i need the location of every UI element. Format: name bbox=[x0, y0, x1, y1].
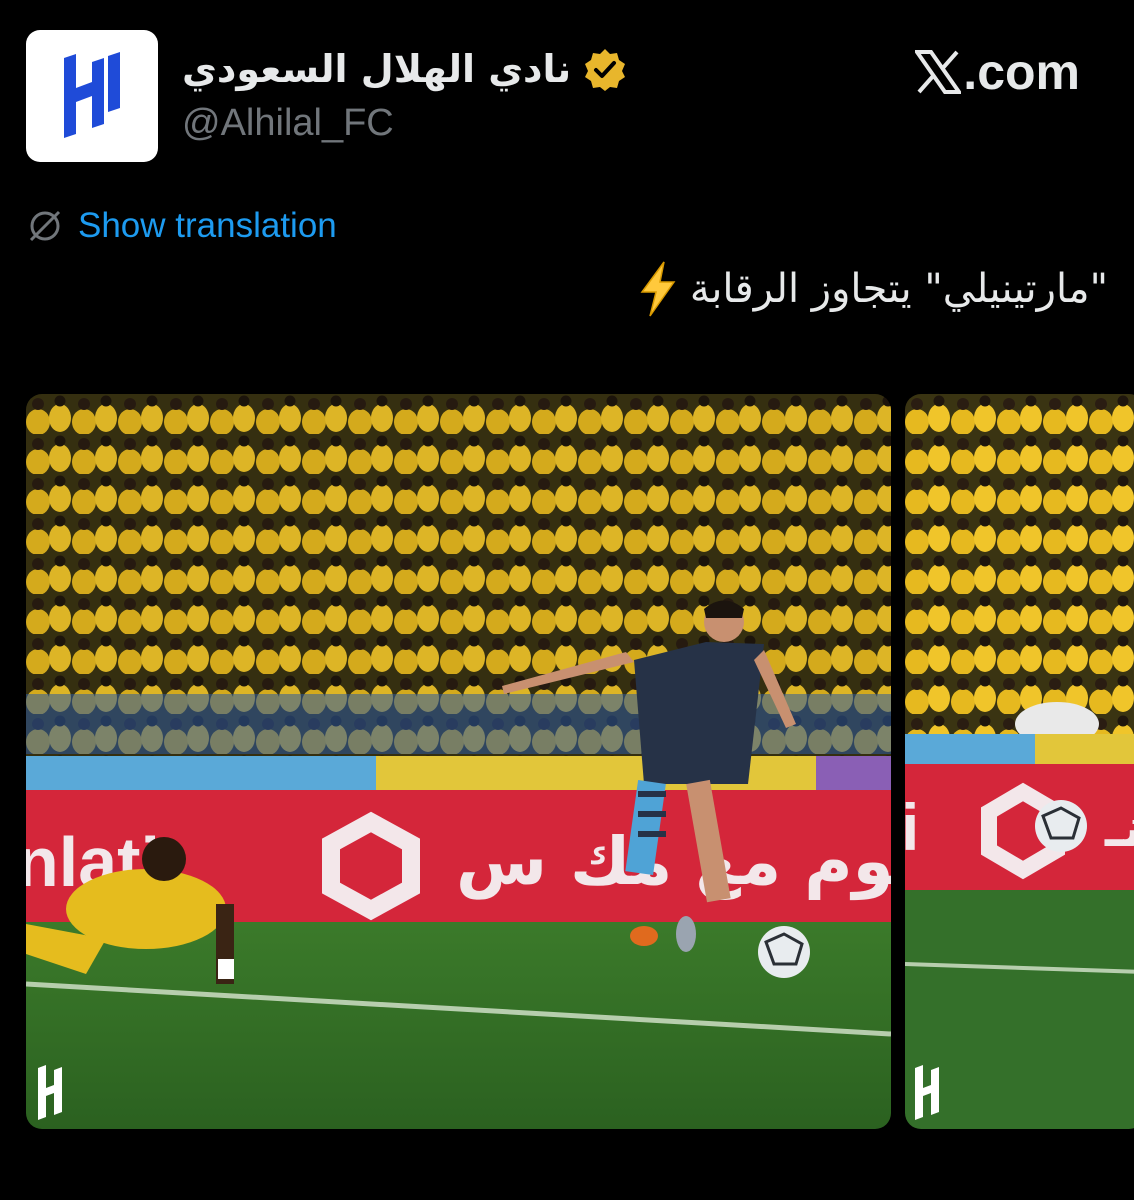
verified-badge-icon bbox=[585, 49, 626, 91]
site-domain-label: .com bbox=[963, 44, 1080, 100]
lightning-bolt-icon bbox=[640, 261, 676, 317]
tweet-media-image-2[interactable]: i نـ bbox=[905, 394, 1134, 1129]
account-name-row[interactable]: نادي الهلال السعودي bbox=[182, 44, 627, 94]
globe-slash-icon bbox=[29, 210, 61, 242]
board-text-left-2: i bbox=[905, 790, 919, 864]
board-text-right-2: نـ bbox=[1104, 796, 1134, 859]
tweet-media-image-1[interactable]: nlati نوم مع مك س bbox=[26, 394, 891, 1129]
x-logo-icon bbox=[915, 50, 962, 94]
site-brand: .com bbox=[915, 44, 1080, 100]
show-translation-link[interactable]: Show translation bbox=[26, 202, 337, 250]
match-photo: nlati نوم مع مك س bbox=[26, 394, 891, 1129]
display-name[interactable]: نادي الهلال السعودي bbox=[182, 47, 571, 91]
board-text-right: نوم مع مك س bbox=[456, 823, 891, 901]
profile-avatar[interactable] bbox=[26, 30, 158, 162]
account-handle[interactable]: @Alhilal_FC bbox=[182, 102, 394, 145]
alhilal-logo-icon bbox=[64, 52, 120, 138]
show-translation-label[interactable]: Show translation bbox=[78, 206, 337, 246]
tweet-text-content: "مارتينيلي" يتجاوز الرقابة bbox=[689, 266, 1108, 312]
match-photo-2: i نـ bbox=[905, 394, 1134, 1129]
tweet-text: "مارتينيلي" يتجاوز الرقابة bbox=[638, 260, 1108, 318]
